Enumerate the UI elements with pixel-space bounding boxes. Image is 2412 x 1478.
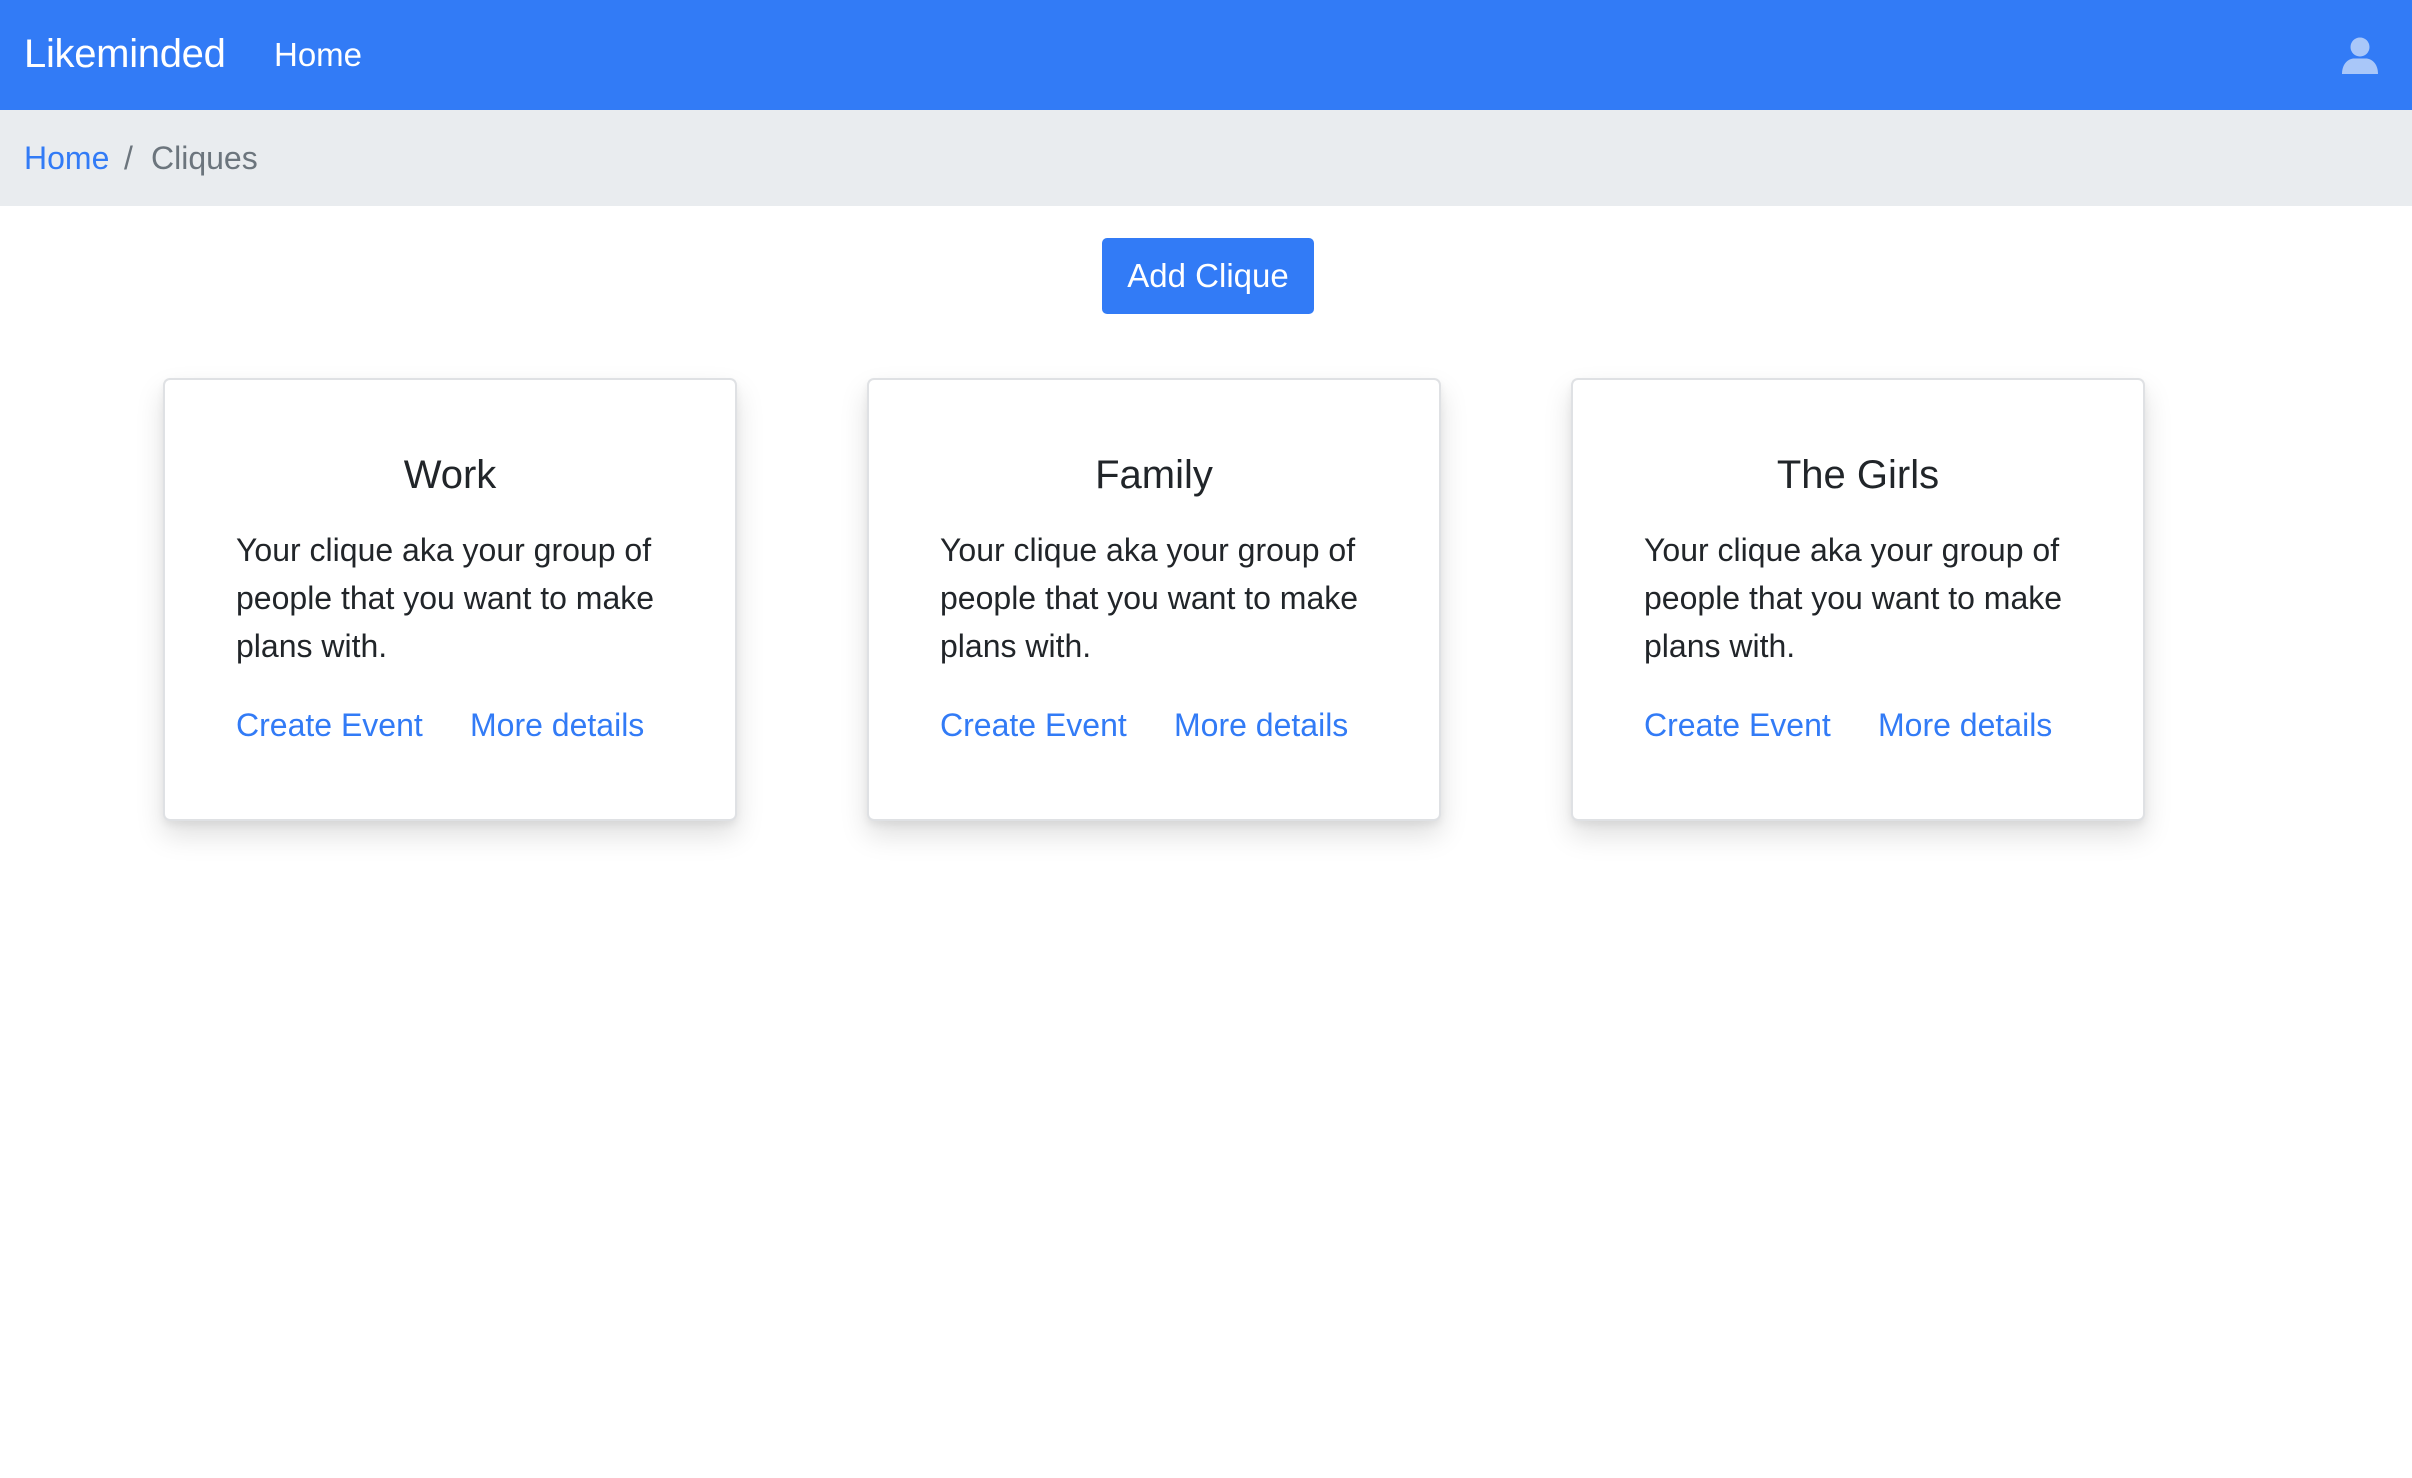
clique-title: The Girls — [1776, 453, 1940, 497]
clique-card-work: Work Your clique aka your group of peopl… — [163, 378, 737, 821]
top-navbar: Likeminded Home — [0, 0, 2412, 110]
more-details-link[interactable]: More details — [470, 704, 644, 746]
clique-description: Your clique aka your group of people tha… — [236, 532, 655, 664]
breadcrumb: Home / Cliques — [0, 110, 2412, 206]
more-details-link[interactable]: More details — [1878, 704, 2052, 746]
clique-card-the-girls: The Girls Your clique aka your group of … — [1571, 378, 2145, 821]
add-clique-button[interactable]: Add Clique — [1102, 238, 1314, 314]
breadcrumb-home-link[interactable]: Home — [24, 137, 109, 179]
nav-home-link[interactable]: Home — [274, 34, 362, 76]
breadcrumb-separator: / — [124, 140, 133, 176]
breadcrumb-current: Cliques — [151, 140, 258, 176]
brand-logo[interactable]: Likeminded — [24, 28, 226, 80]
clique-card-family: Family Your clique aka your group of peo… — [867, 378, 1441, 821]
create-event-link[interactable]: Create Event — [236, 704, 423, 746]
clique-title: Family — [1095, 453, 1213, 497]
clique-title: Work — [403, 453, 497, 497]
clique-description: Your clique aka your group of people tha… — [1644, 532, 2063, 664]
clique-description: Your clique aka your group of people tha… — [940, 532, 1359, 664]
create-event-link[interactable]: Create Event — [1644, 704, 1831, 746]
user-icon-glyph — [2342, 37, 2378, 74]
user-icon[interactable] — [2338, 34, 2382, 78]
create-event-link[interactable]: Create Event — [940, 704, 1127, 746]
more-details-link[interactable]: More details — [1174, 704, 1348, 746]
